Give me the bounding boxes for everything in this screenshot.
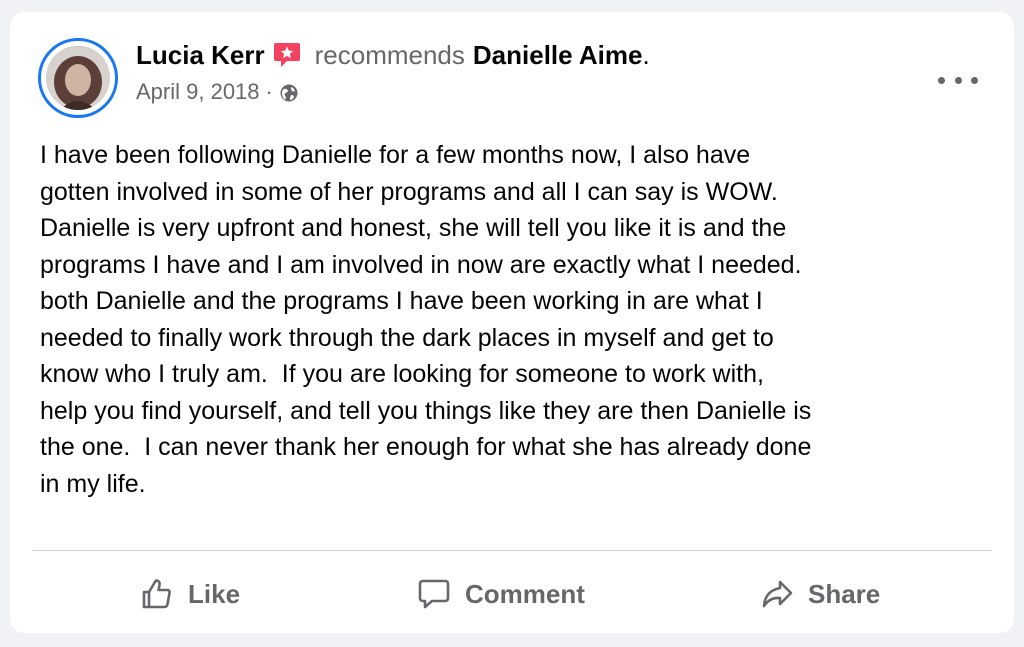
recommended-page-name[interactable]: Danielle Aime xyxy=(473,38,643,72)
post-date-line: April 9, 2018 · xyxy=(136,78,936,106)
comment-icon xyxy=(418,579,450,609)
post-title-line: Lucia Kerr recommends Danielle Aime . xyxy=(136,38,936,72)
more-options-icon[interactable] xyxy=(938,68,978,92)
post-date[interactable]: April 9, 2018 xyxy=(136,78,260,106)
comment-button[interactable]: Comment xyxy=(417,576,585,612)
dot-icon xyxy=(938,76,945,84)
dot-icon xyxy=(971,76,978,84)
recommend-star-icon xyxy=(273,42,301,68)
thumbs-up-icon xyxy=(142,579,171,609)
avatar-image xyxy=(46,46,110,110)
recommendation-card: Lucia Kerr recommends Danielle Aime . Ap… xyxy=(10,12,1014,633)
share-button[interactable]: Share xyxy=(760,576,880,612)
avatar[interactable] xyxy=(46,46,110,110)
share-label: Share xyxy=(808,578,881,609)
divider xyxy=(32,550,992,551)
comment-label: Comment xyxy=(465,578,585,609)
post-header: Lucia Kerr recommends Danielle Aime . Ap… xyxy=(38,38,986,126)
author-name[interactable]: Lucia Kerr xyxy=(136,38,265,72)
title-period: . xyxy=(642,40,650,70)
date-separator: · xyxy=(265,79,273,104)
share-arrow-icon xyxy=(762,580,793,608)
post-actions: Like Comment Share xyxy=(32,560,992,630)
like-label: Like xyxy=(188,578,241,609)
author-avatar-ring[interactable] xyxy=(38,38,118,118)
globe-icon xyxy=(279,82,299,102)
post-meta: Lucia Kerr recommends Danielle Aime . Ap… xyxy=(136,38,936,106)
dot-icon xyxy=(954,76,962,84)
recommends-text: recommends xyxy=(314,40,465,70)
post-text: I have been following Danielle for a few… xyxy=(40,141,812,498)
like-button[interactable]: Like xyxy=(140,576,240,612)
